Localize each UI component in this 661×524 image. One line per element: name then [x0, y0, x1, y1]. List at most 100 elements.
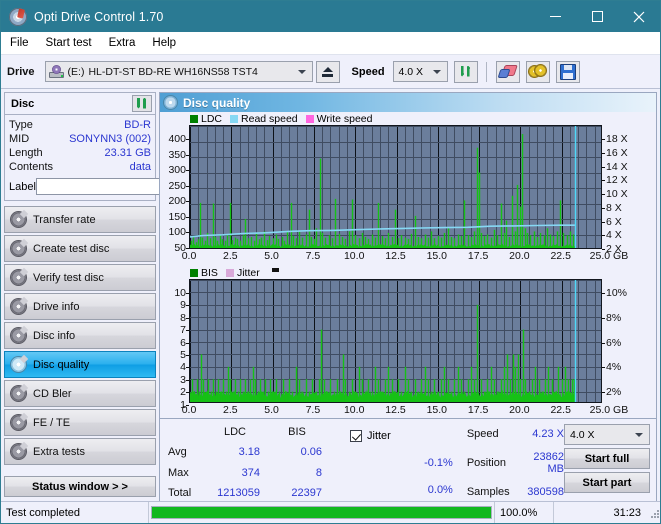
- drive-letter: (E:): [67, 65, 85, 78]
- y2-tick: [602, 166, 605, 168]
- erase-button[interactable]: [495, 60, 520, 83]
- menu-extra[interactable]: Extra: [109, 37, 136, 49]
- x-tick-label: 25.0 GB: [589, 250, 629, 262]
- y2-tick: [602, 221, 605, 223]
- chart1-x-axis: 0.0 2.5 5.0 7.5 10.0 12.5 15.0 17.5 20.0 22.5 25.0…: [160, 249, 656, 264]
- stats-cell-bis: 0.06: [300, 446, 322, 459]
- chart2-y2-axis: 10% 8% 6% 4% 2%: [602, 279, 634, 403]
- title-bar: Opti Drive Control 1.70: [1, 1, 660, 32]
- y2-tick: [602, 207, 605, 209]
- label-label: Label: [9, 180, 36, 193]
- samples-stat-label: Samples: [466, 485, 510, 498]
- x-tick-label: 10.0: [343, 404, 365, 416]
- legend-item-bis: BIS: [190, 267, 218, 279]
- copy-disc-button[interactable]: [525, 60, 550, 83]
- minimize-icon[interactable]: [534, 1, 576, 32]
- progress-track: [151, 506, 492, 519]
- speed-value: 4.0 X: [398, 65, 424, 78]
- panel-header: Disc quality: [160, 93, 656, 112]
- y-tick-label: 250: [168, 179, 186, 192]
- drive-select[interactable]: (E:) HL-DT-ST BD-RE WH16NS58 TST4: [44, 61, 313, 82]
- menu-file[interactable]: File: [10, 37, 29, 49]
- sidebar-item-disc-quality[interactable]: Disc quality: [4, 351, 156, 378]
- chart1-plot: [189, 125, 602, 249]
- start-full-button[interactable]: Start full: [564, 448, 650, 469]
- legend-label: Jitter: [236, 266, 260, 279]
- y2-tick-label: 6%: [606, 336, 622, 349]
- disc-field-contents: Contents data: [9, 160, 151, 174]
- sidebar-item-verify-test-disc[interactable]: Verify test disc: [4, 264, 156, 291]
- position-stat-value: 23862 MB: [533, 450, 564, 475]
- y2-tick-label: 4%: [606, 361, 622, 374]
- y2-tick-label: 18 X: [606, 133, 628, 145]
- disc-icon: [11, 386, 26, 401]
- menu-help[interactable]: Help: [152, 37, 176, 49]
- y2-tick-label: 8 X: [606, 201, 622, 214]
- status-window-button[interactable]: Status window > >: [4, 476, 156, 497]
- main-content: Disc Type BD-R MID SONYNN3 (002) Length …: [1, 89, 660, 503]
- eraser-icon: [497, 65, 518, 78]
- field-label: Type: [9, 119, 33, 131]
- x-tick-label: 7.5: [305, 250, 321, 262]
- chart1-y-axis: 400 350 300 250 200 150 100 50: [160, 125, 189, 254]
- sidebar-item-label: Verify test disc: [33, 271, 104, 284]
- y2-tick-label: 10%: [606, 287, 628, 299]
- sidebar-item-transfer-rate[interactable]: Transfer rate: [4, 206, 156, 233]
- stats-cell-ldc: 3.18: [238, 446, 260, 459]
- y-tick-label: 200: [168, 195, 186, 207]
- disc-box-header: Disc: [5, 93, 155, 115]
- eject-button[interactable]: [315, 60, 340, 83]
- y2-tick-label: 2%: [606, 386, 622, 399]
- y-tick-label: 150: [168, 210, 186, 223]
- test-speed-select[interactable]: 4.0 X: [564, 424, 650, 445]
- sidebar-item-label: Extra tests: [33, 445, 85, 458]
- x-tick-label: 10.0: [343, 250, 365, 262]
- y2-tick: [602, 139, 605, 140]
- jitter-max-value: 0.0%: [427, 483, 453, 496]
- y2-tick-label: 12 X: [606, 174, 628, 187]
- jitter-checkbox[interactable]: [350, 429, 362, 442]
- y-tick-label: 350: [168, 148, 186, 161]
- chart1-y2-axis: 18 X 16 X 14 X 12 X 10 X8 X6 X4 X2 X: [602, 125, 634, 255]
- sidebar-item-create-test-disc[interactable]: Create test disc: [4, 235, 156, 262]
- x-tick-label: 17.5: [467, 404, 489, 416]
- jitter-checkbox-row[interactable]: Jitter: [350, 429, 391, 442]
- x-tick-label: 2.5: [222, 250, 238, 262]
- disc-icon: [11, 444, 26, 459]
- y2-tick: [602, 180, 605, 182]
- field-value: SONYNN3 (002): [69, 133, 151, 145]
- drive-toolbar: Drive (E:) HL-DT-ST BD-RE WH16NS58 TST4 …: [1, 55, 660, 89]
- refresh-button[interactable]: [453, 60, 478, 83]
- y2-tick-label: 6 X: [606, 215, 622, 228]
- save-icon: [559, 63, 576, 80]
- chevron-down-icon: [635, 432, 643, 437]
- resize-grip-icon[interactable]: [648, 507, 660, 519]
- x-tick-label: 25.0 GB: [589, 404, 629, 416]
- progress-bar: [149, 502, 494, 523]
- menu-start-test[interactable]: Start test: [46, 37, 92, 49]
- sidebar-item-extra-tests[interactable]: Extra tests: [4, 438, 156, 465]
- disc-fields: Type BD-R MID SONYNN3 (002) Length 23.31…: [5, 115, 238, 200]
- y2-tick: [602, 293, 605, 294]
- disc-refresh-button[interactable]: [132, 95, 152, 112]
- sidebar-item-drive-info[interactable]: Drive info: [4, 293, 156, 320]
- field-value: data: [129, 161, 151, 173]
- sidebar-item-fe-te[interactable]: FE / TE: [4, 409, 156, 436]
- speed-select[interactable]: 4.0 X: [392, 61, 448, 82]
- toolbar-separator: [485, 61, 487, 82]
- save-button[interactable]: [555, 60, 580, 83]
- sidebar-item-disc-info[interactable]: Disc info: [4, 322, 156, 349]
- sidebar-item-cd-bler[interactable]: CD Bler: [4, 380, 156, 407]
- close-icon[interactable]: [618, 1, 660, 32]
- actions-block: 4.0 X Start full Start part: [564, 423, 650, 502]
- eject-icon: [322, 66, 334, 77]
- window-title: Opti Drive Control 1.70: [34, 9, 164, 24]
- maximize-icon[interactable]: [576, 1, 618, 32]
- jitter-label: Jitter: [367, 429, 391, 442]
- sidebar-item-label: CD Bler: [33, 387, 72, 400]
- drive-icon: [48, 65, 64, 78]
- speed-label: Speed: [351, 65, 385, 78]
- chart-ldc-readspeed: LDC Read speed Write speed 400 350 300 2…: [160, 112, 656, 264]
- start-part-button[interactable]: Start part: [564, 472, 650, 493]
- legend-swatch: [190, 114, 198, 123]
